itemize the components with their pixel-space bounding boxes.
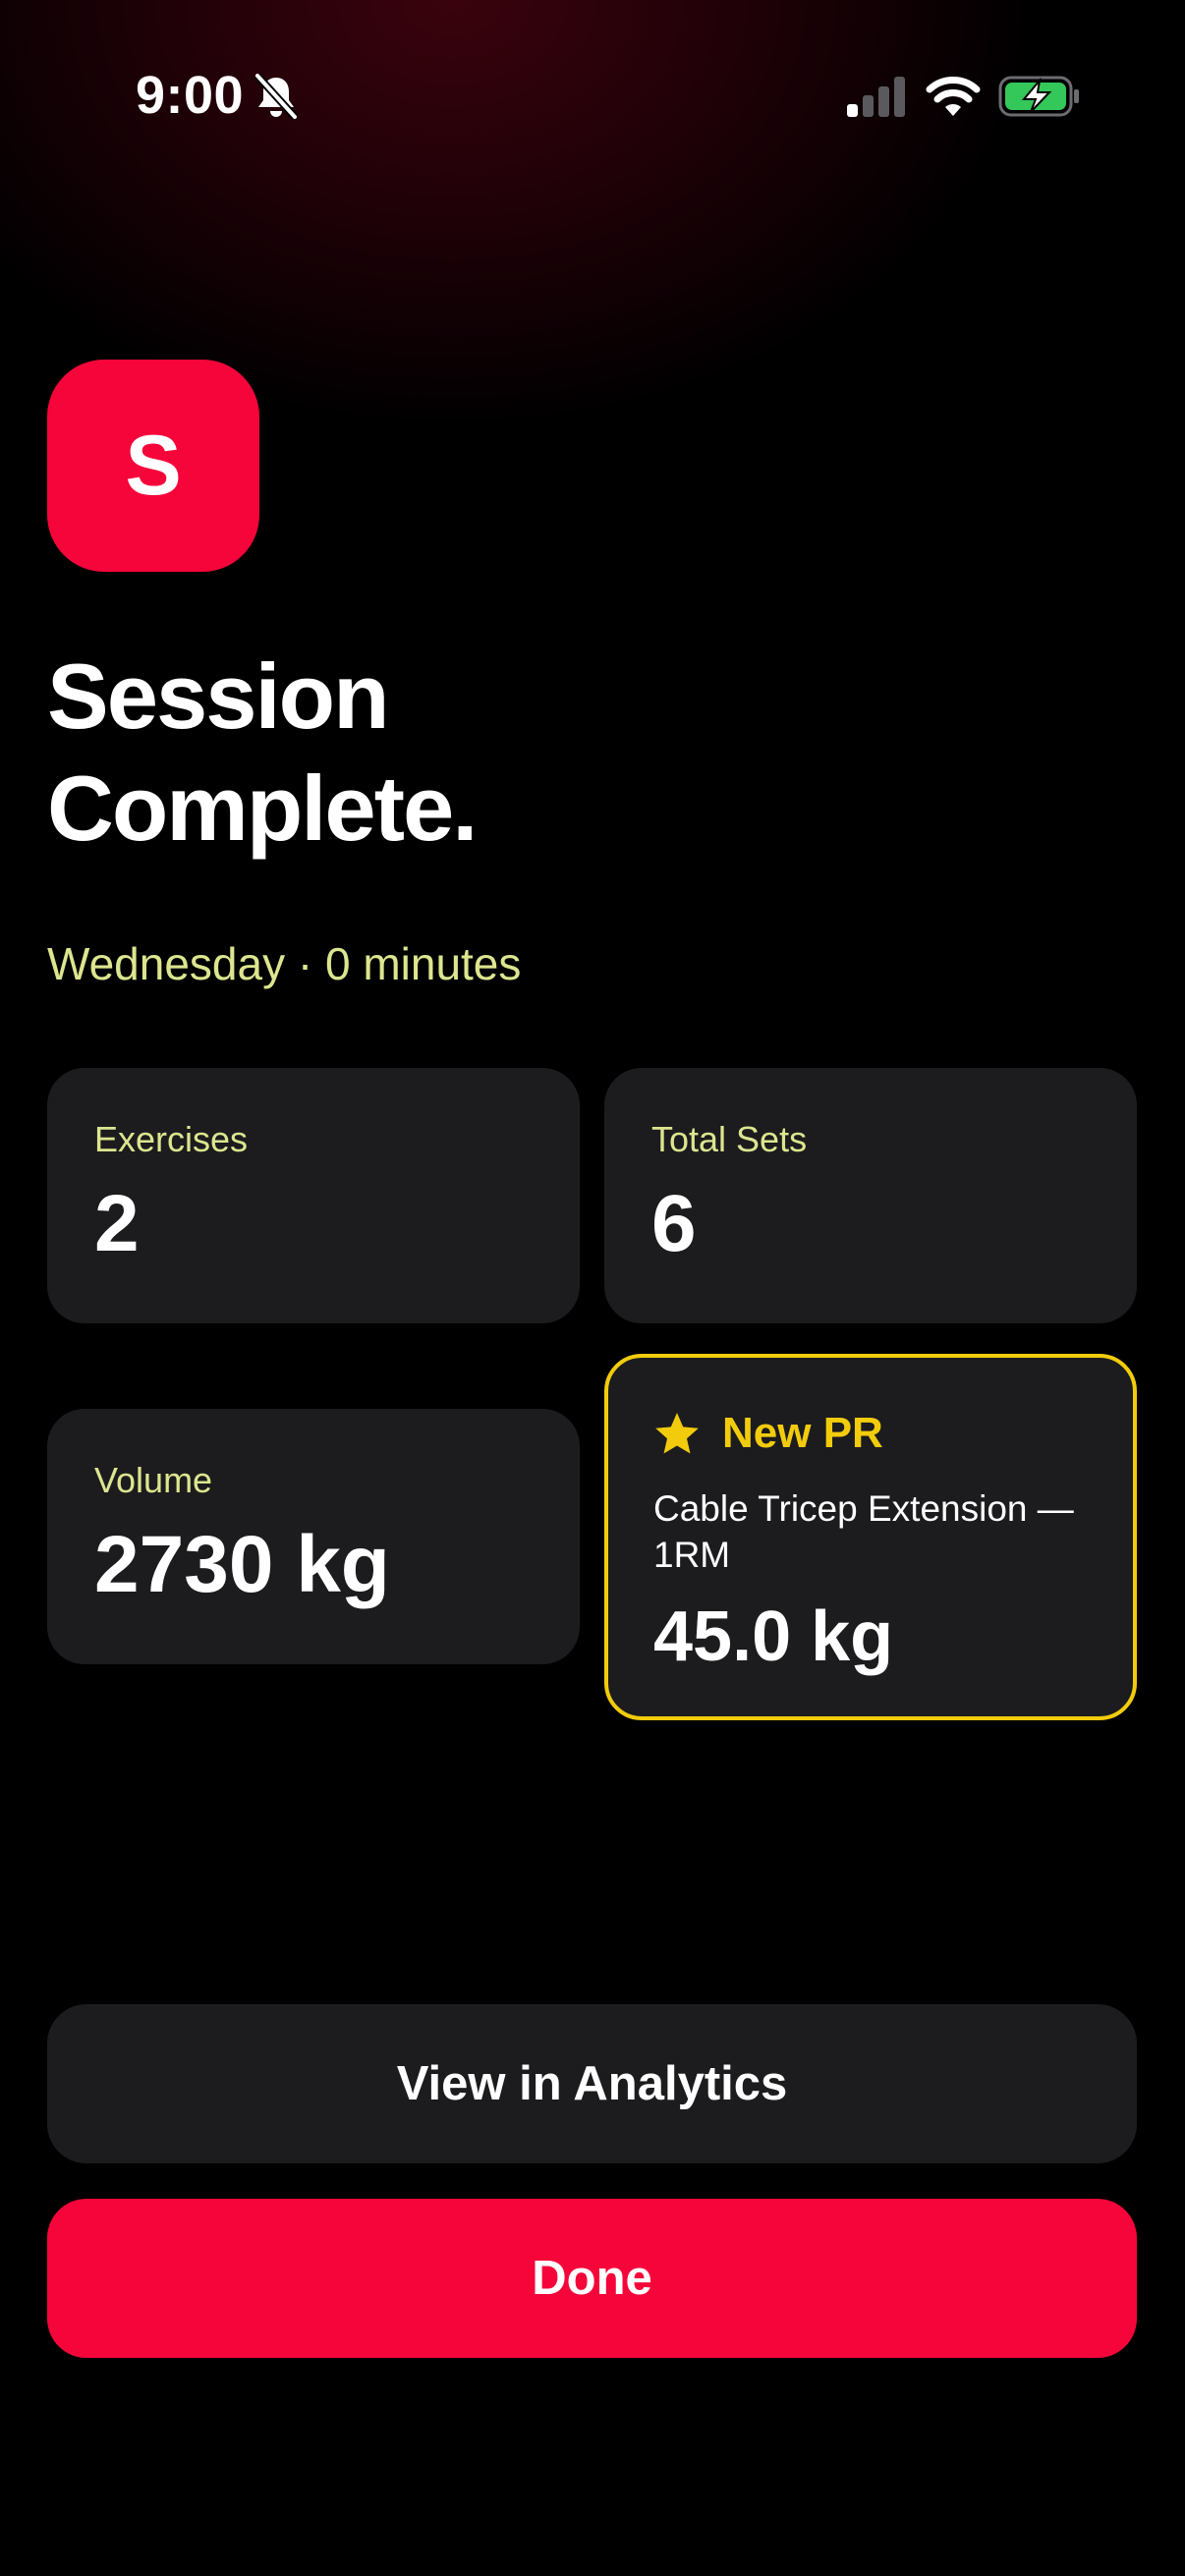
status-time: 9:00 bbox=[136, 66, 245, 125]
total-sets-stat-card: Total Sets 6 bbox=[604, 1068, 1137, 1323]
total-sets-value: 6 bbox=[651, 1179, 697, 1268]
volume-stat-card: Volume 2730 kg bbox=[47, 1409, 580, 1664]
total-sets-label: Total Sets bbox=[651, 1119, 808, 1159]
bell-slash-icon bbox=[254, 73, 298, 120]
pr-value: 45.0 kg bbox=[653, 1597, 894, 1676]
title-line-2: Complete. bbox=[47, 756, 478, 860]
view-in-analytics-button[interactable]: View in Analytics bbox=[47, 2004, 1137, 2163]
session-subtitle: Wednesday · 0 minutes bbox=[47, 938, 522, 989]
pr-header: New PR bbox=[653, 1409, 883, 1458]
volume-value: 2730 kg bbox=[94, 1520, 390, 1609]
done-button[interactable]: Done bbox=[47, 2199, 1137, 2358]
status-bar: 9:00 bbox=[0, 0, 1185, 187]
page-title: Session Complete. bbox=[47, 641, 931, 865]
exercises-stat-card: Exercises 2 bbox=[47, 1068, 580, 1323]
exercises-value: 2 bbox=[94, 1179, 140, 1268]
pr-exercise-name: Cable Tricep Extension — 1RM bbox=[653, 1488, 1074, 1575]
pr-title: New PR bbox=[722, 1409, 883, 1457]
cellular-signal-icon bbox=[847, 77, 905, 117]
app-badge: S bbox=[47, 360, 259, 572]
star-icon bbox=[655, 1413, 699, 1454]
session-complete-screen: 9:00 S Session Complete. Wednesday · 0 m… bbox=[0, 0, 1185, 2576]
battery-charging-icon bbox=[998, 76, 1079, 117]
new-pr-card: New PR Cable Tricep Extension — 1RM 45.0… bbox=[604, 1354, 1137, 1720]
volume-label: Volume bbox=[94, 1460, 213, 1500]
title-line-1: Session bbox=[47, 644, 390, 748]
exercises-label: Exercises bbox=[94, 1119, 249, 1159]
wifi-icon bbox=[926, 77, 981, 116]
